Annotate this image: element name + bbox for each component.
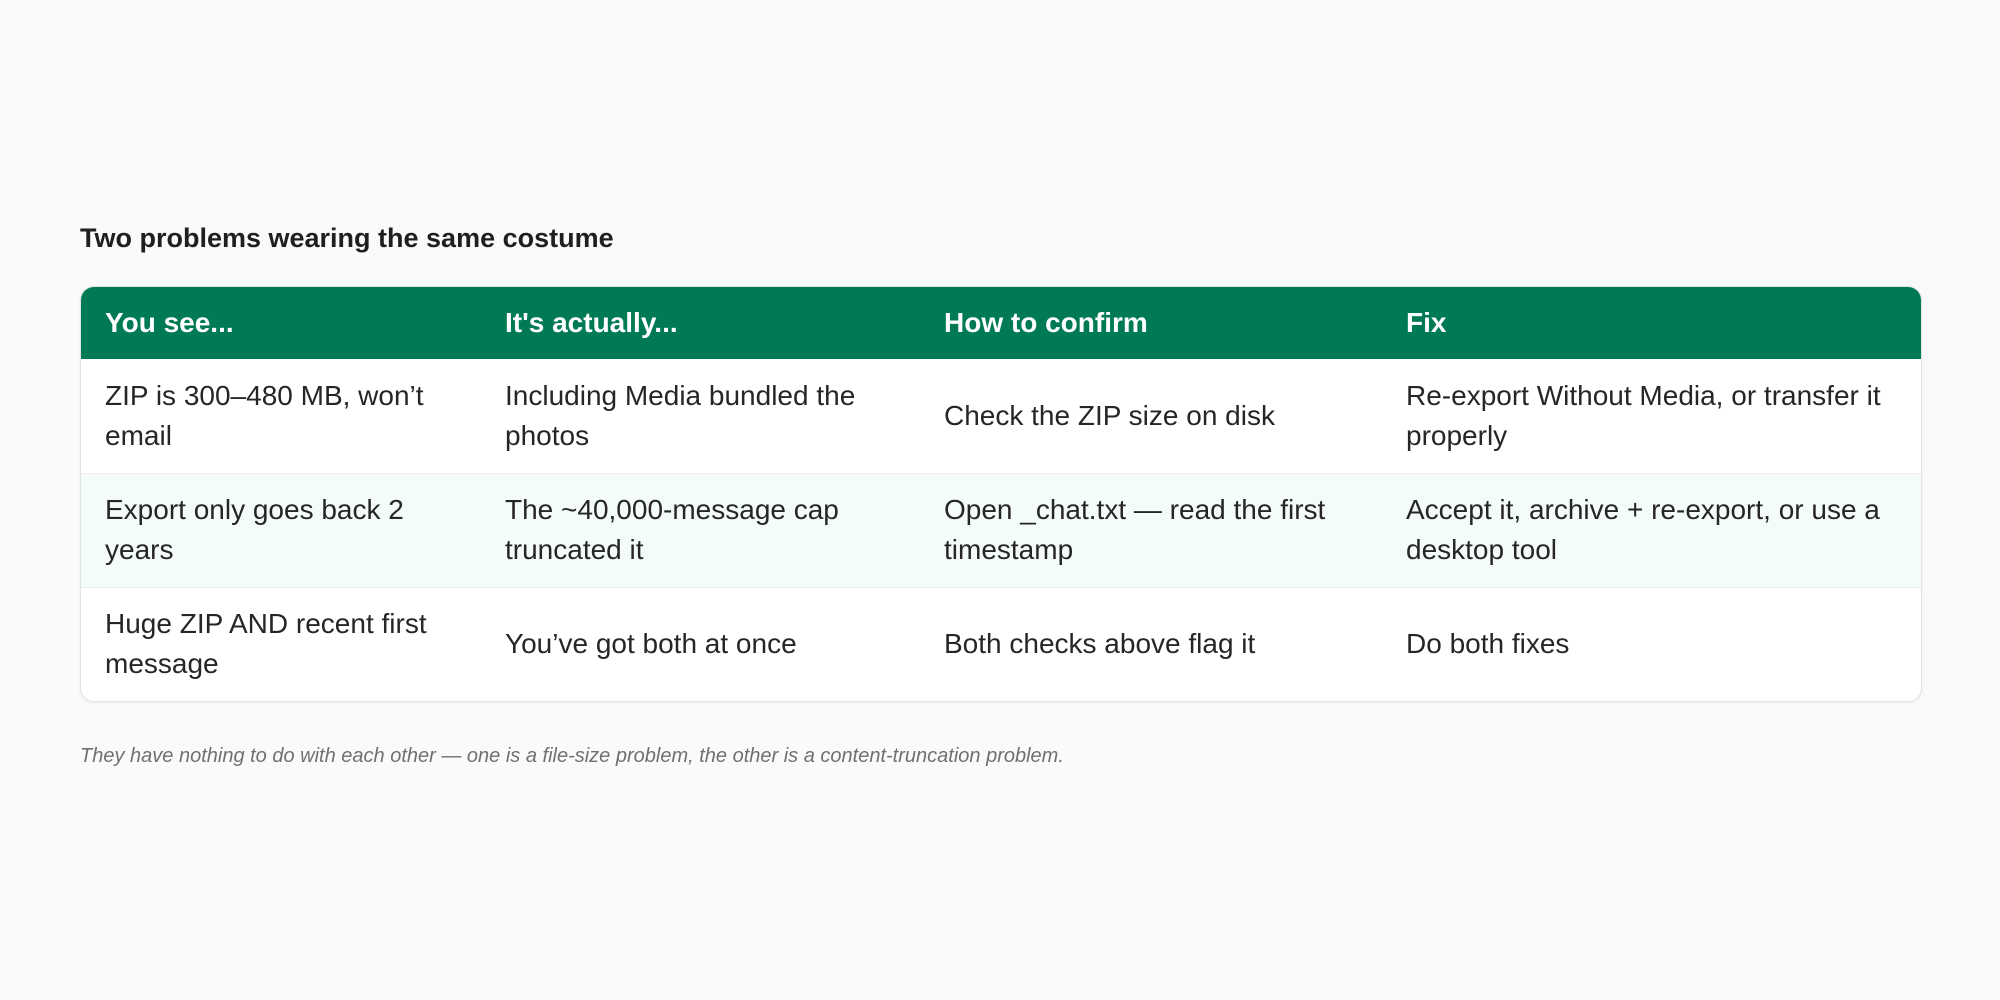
table-cell: ZIP is 300–480 MB, won’t email — [105, 379, 424, 451]
table-row: Export only goes back 2 years The ~40,00… — [81, 473, 1921, 587]
footnote: They have nothing to do with each other … — [80, 745, 1064, 767]
content-area: Two problems wearing the same costume Yo… — [80, 220, 1922, 770]
header-row: You see... It's actually... How to confi… — [81, 287, 1921, 359]
table-cell: Huge ZIP AND recent first message — [105, 608, 427, 680]
table-cell: Both checks above flag it — [944, 628, 1256, 660]
table-cell: Open _chat.txt — read the first timestam… — [944, 494, 1326, 565]
table-row: Huge ZIP AND recent first message You’ve… — [81, 587, 1921, 701]
table-cell: Including Media bundled the photos — [505, 379, 856, 451]
table-cell: Do both fixes — [1406, 628, 1570, 660]
header-fix: Fix — [1406, 307, 1447, 338]
header-its-actually: It's actually... — [505, 307, 678, 338]
table-cell: Export only goes back 2 years — [105, 494, 404, 565]
comparison-table: You see... It's actually... How to confi… — [81, 287, 1921, 701]
table-cell: You’ve got both at once — [505, 628, 797, 660]
page-title: Two problems wearing the same costume — [80, 223, 614, 253]
table-row: ZIP is 300–480 MB, won’t email Including… — [81, 359, 1921, 473]
table-cell: Re-export Without Media, or transfer it … — [1406, 379, 1881, 451]
table-cell: The ~40,000-message cap truncated it — [505, 494, 839, 565]
header-you-see: You see... — [105, 307, 234, 338]
table-body: ZIP is 300–480 MB, won’t email Including… — [81, 359, 1921, 701]
table-cell: Check the ZIP size on disk — [944, 399, 1275, 431]
header-how-to-confirm: How to confirm — [944, 307, 1148, 338]
table-cell: Accept it, archive + re-export, or use a… — [1406, 494, 1880, 565]
comparison-table-card: You see... It's actually... How to confi… — [80, 286, 1922, 702]
table-header: You see... It's actually... How to confi… — [81, 287, 1921, 359]
